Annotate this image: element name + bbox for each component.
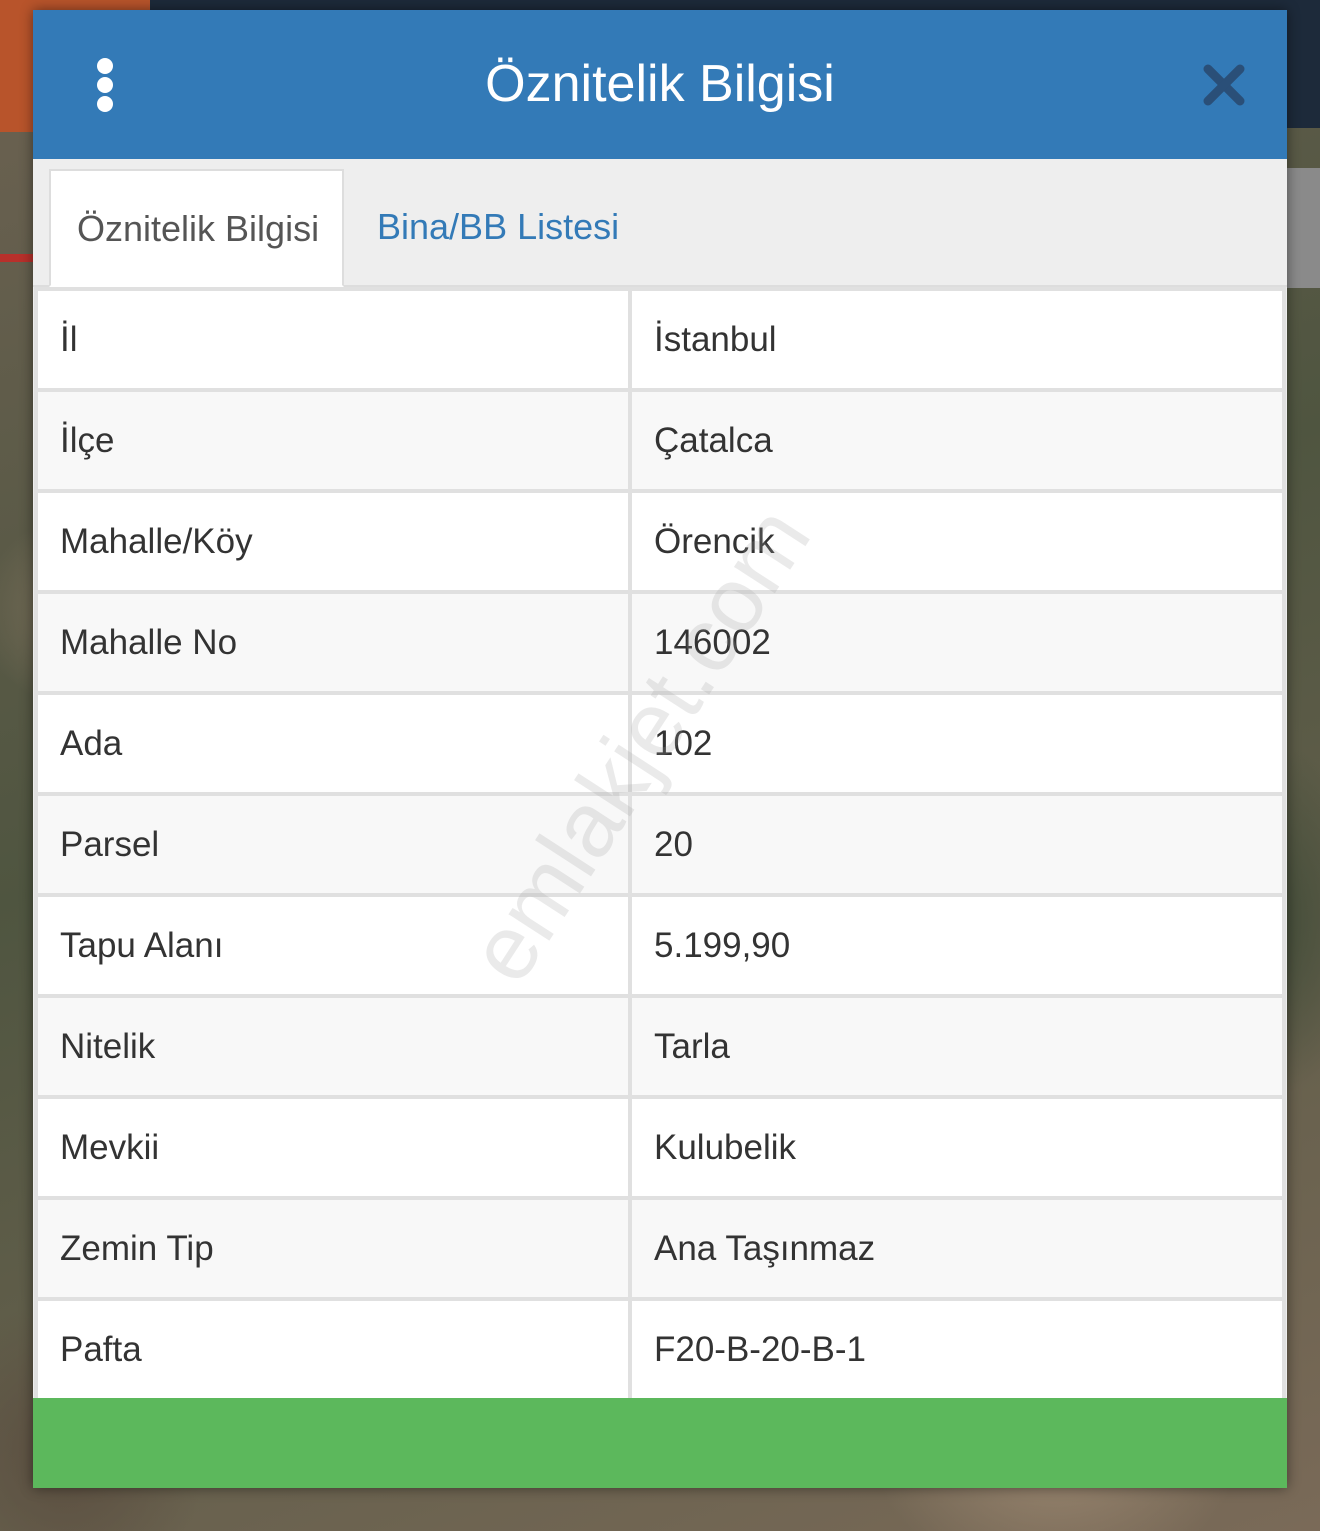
row-label: İl: [34, 287, 632, 392]
table-row: Mahalle No 146002: [34, 590, 1286, 695]
row-label: Pafta: [34, 1297, 632, 1402]
row-label: Tapu Alanı: [34, 893, 632, 998]
table-row: Tapu Alanı 5.199,90: [34, 893, 1286, 998]
dialog-footer: [33, 1398, 1287, 1488]
close-icon[interactable]: [1203, 64, 1245, 106]
table-row: İl İstanbul: [34, 287, 1286, 392]
row-value: 5.199,90: [628, 893, 1286, 998]
table-row: Parsel 20: [34, 792, 1286, 897]
attribute-table: İl İstanbul İlçe Çatalca Mahalle/Köy Örencik M…: [34, 287, 1286, 1402]
row-value: 146002: [628, 590, 1286, 695]
row-value: Çatalca: [628, 388, 1286, 493]
row-label: Nitelik: [34, 994, 632, 1099]
row-value: Tarla: [628, 994, 1286, 1099]
table-row: Pafta F20-B-20-B-1: [34, 1297, 1286, 1402]
row-value: 102: [628, 691, 1286, 796]
row-label: Parsel: [34, 792, 632, 897]
row-value: Ana Taşınmaz: [628, 1196, 1286, 1301]
row-value: Kulubelik: [628, 1095, 1286, 1200]
table-row: Zemin Tip Ana Taşınmaz: [34, 1196, 1286, 1301]
row-label: Ada: [34, 691, 632, 796]
row-label: Mevkii: [34, 1095, 632, 1200]
row-label: İlçe: [34, 388, 632, 493]
table-row: İlçe Çatalca: [34, 388, 1286, 493]
table-row: Nitelik Tarla: [34, 994, 1286, 1099]
row-value: Örencik: [628, 489, 1286, 594]
row-value: F20-B-20-B-1: [628, 1297, 1286, 1402]
attribute-info-dialog: Öznitelik Bilgisi Öznitelik Bilgisi Bina…: [33, 10, 1287, 1488]
row-label: Zemin Tip: [34, 1196, 632, 1301]
tab-attribute-info[interactable]: Öznitelik Bilgisi: [49, 169, 344, 287]
row-label: Mahalle/Köy: [34, 489, 632, 594]
dialog-header: Öznitelik Bilgisi: [33, 10, 1287, 159]
table-row: Mevkii Kulubelik: [34, 1095, 1286, 1200]
map-scrollbar: [1286, 168, 1320, 288]
tab-building-list[interactable]: Bina/BB Listesi: [351, 169, 645, 285]
table-row: Mahalle/Köy Örencik: [34, 489, 1286, 594]
dialog-title: Öznitelik Bilgisi: [485, 55, 835, 113]
tabs-bar: Öznitelik Bilgisi Bina/BB Listesi: [33, 159, 1287, 287]
table-row: Ada 102: [34, 691, 1286, 796]
row-value: İstanbul: [628, 287, 1286, 392]
row-label: Mahalle No: [34, 590, 632, 695]
row-value: 20: [628, 792, 1286, 897]
